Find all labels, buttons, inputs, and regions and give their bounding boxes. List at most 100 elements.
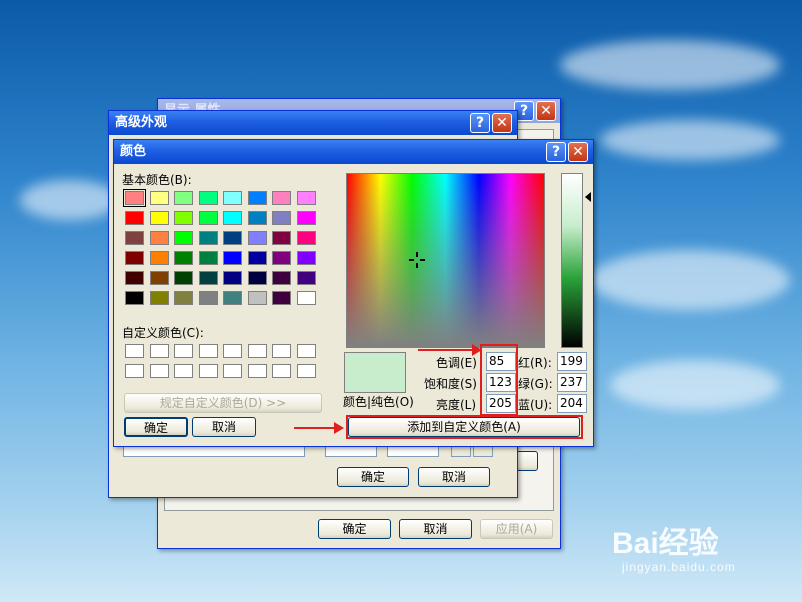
color-swatch[interactable]	[149, 291, 169, 305]
color-swatch[interactable]	[125, 251, 144, 265]
blue-input[interactable]: 204	[557, 394, 587, 413]
custom-color-slot[interactable]	[198, 364, 218, 378]
color-swatch[interactable]	[296, 271, 316, 285]
color-swatch[interactable]	[149, 271, 169, 285]
annotation-arrow-head	[334, 422, 344, 434]
define-custom-colors-button[interactable]: 规定自定义颜色(D) >>	[124, 393, 322, 413]
color-swatch[interactable]	[174, 211, 193, 225]
color-swatch[interactable]	[125, 231, 144, 245]
color-swatch[interactable]	[125, 271, 144, 285]
annotation-arrow-head	[472, 344, 482, 356]
cancel-button[interactable]: 取消	[418, 467, 490, 487]
ok-button[interactable]: 确定	[337, 467, 409, 487]
custom-color-slot[interactable]	[125, 344, 144, 358]
annotation-arrow-hsl	[418, 349, 478, 351]
color-swatch[interactable]	[223, 291, 242, 305]
close-button[interactable]: ✕	[492, 113, 512, 133]
color-swatch[interactable]	[198, 191, 218, 205]
color-swatch[interactable]	[272, 211, 291, 225]
color-swatch[interactable]	[272, 291, 291, 305]
color-swatch[interactable]	[198, 291, 218, 305]
color-swatch[interactable]	[174, 251, 193, 265]
color-swatch[interactable]	[296, 211, 316, 225]
cancel-button[interactable]: 取消	[192, 417, 256, 437]
red-input[interactable]: 199	[557, 352, 587, 371]
cloud	[600, 120, 780, 160]
close-button[interactable]: ✕	[568, 142, 588, 162]
cloud	[560, 40, 780, 90]
custom-color-slot[interactable]	[198, 344, 218, 358]
color-swatch[interactable]	[223, 191, 242, 205]
custom-color-slot[interactable]	[272, 364, 291, 378]
color-swatch[interactable]	[174, 271, 193, 285]
color-swatch[interactable]	[296, 251, 316, 265]
red-label: 红(R):	[518, 356, 552, 370]
color-swatch[interactable]	[149, 231, 169, 245]
advanced-appearance-titlebar: 高级外观	[109, 111, 517, 135]
color-swatch[interactable]	[296, 291, 316, 305]
color-swatch[interactable]	[247, 251, 267, 265]
color-swatch[interactable]	[272, 271, 291, 285]
hue-label: 色调(E)	[436, 356, 477, 370]
color-spectrum[interactable]	[346, 173, 545, 348]
color-swatch[interactable]	[247, 271, 267, 285]
color-swatch[interactable]	[174, 291, 193, 305]
color-swatch[interactable]	[149, 211, 169, 225]
custom-color-slot[interactable]	[223, 364, 242, 378]
color-swatch[interactable]	[174, 191, 193, 205]
custom-color-slot[interactable]	[223, 344, 242, 358]
custom-color-slot[interactable]	[174, 364, 193, 378]
custom-color-slot[interactable]	[272, 344, 291, 358]
close-button[interactable]: ✕	[536, 101, 556, 121]
custom-color-slot[interactable]	[296, 364, 316, 378]
color-swatch[interactable]	[198, 271, 218, 285]
color-swatch[interactable]	[174, 231, 193, 245]
green-input[interactable]: 237	[557, 373, 587, 392]
baidu-jingyan-logo: Bai经验 jingyan.baidu.com	[612, 527, 736, 575]
brand-url: jingyan.baidu.com	[622, 560, 736, 574]
color-solid-label: 颜色|纯色(O)	[343, 395, 414, 409]
color-dialog-titlebar: 颜色	[114, 140, 593, 164]
luminance-arrow-icon[interactable]	[585, 192, 591, 202]
color-swatch[interactable]	[296, 191, 316, 205]
saturation-label: 饱和度(S)	[424, 377, 477, 391]
apply-button[interactable]: 应用(A)	[480, 519, 553, 539]
color-swatch[interactable]	[272, 191, 291, 205]
color-swatch[interactable]	[149, 251, 169, 265]
brand-text: Bai经验	[612, 527, 719, 560]
help-button[interactable]: ?	[470, 113, 490, 133]
color-swatch[interactable]	[247, 191, 267, 205]
color-swatch[interactable]	[223, 211, 242, 225]
ok-button[interactable]: 确定	[318, 519, 391, 539]
help-button[interactable]: ?	[546, 142, 566, 162]
color-swatch[interactable]	[123, 189, 146, 207]
color-swatch[interactable]	[296, 231, 316, 245]
custom-color-slot[interactable]	[174, 344, 193, 358]
hidden-button[interactable]	[516, 451, 538, 471]
color-swatch[interactable]	[223, 271, 242, 285]
cancel-button[interactable]: 取消	[399, 519, 472, 539]
color-swatch[interactable]	[247, 211, 267, 225]
color-swatch[interactable]	[125, 211, 144, 225]
ok-button[interactable]: 确定	[124, 417, 188, 437]
color-swatch[interactable]	[198, 231, 218, 245]
color-swatch[interactable]	[223, 231, 242, 245]
custom-color-slot[interactable]	[149, 344, 169, 358]
color-swatch[interactable]	[223, 251, 242, 265]
color-swatch[interactable]	[272, 231, 291, 245]
color-dialog: 颜色 ? ✕ 基本颜色(B): 自定义颜色(C): 规定自定义颜色(D) >> …	[113, 139, 594, 447]
custom-color-slot[interactable]	[296, 344, 316, 358]
custom-color-slot[interactable]	[149, 364, 169, 378]
color-swatch[interactable]	[149, 191, 169, 205]
color-swatch[interactable]	[272, 251, 291, 265]
color-swatch[interactable]	[125, 291, 144, 305]
custom-color-slot[interactable]	[247, 344, 267, 358]
color-swatch[interactable]	[198, 251, 218, 265]
custom-color-slot[interactable]	[125, 364, 144, 378]
annotation-box-hsl	[480, 344, 518, 416]
color-swatch[interactable]	[247, 231, 267, 245]
luminance-slider[interactable]	[561, 173, 583, 348]
color-swatch[interactable]	[247, 291, 267, 305]
color-swatch[interactable]	[198, 211, 218, 225]
custom-color-slot[interactable]	[247, 364, 267, 378]
